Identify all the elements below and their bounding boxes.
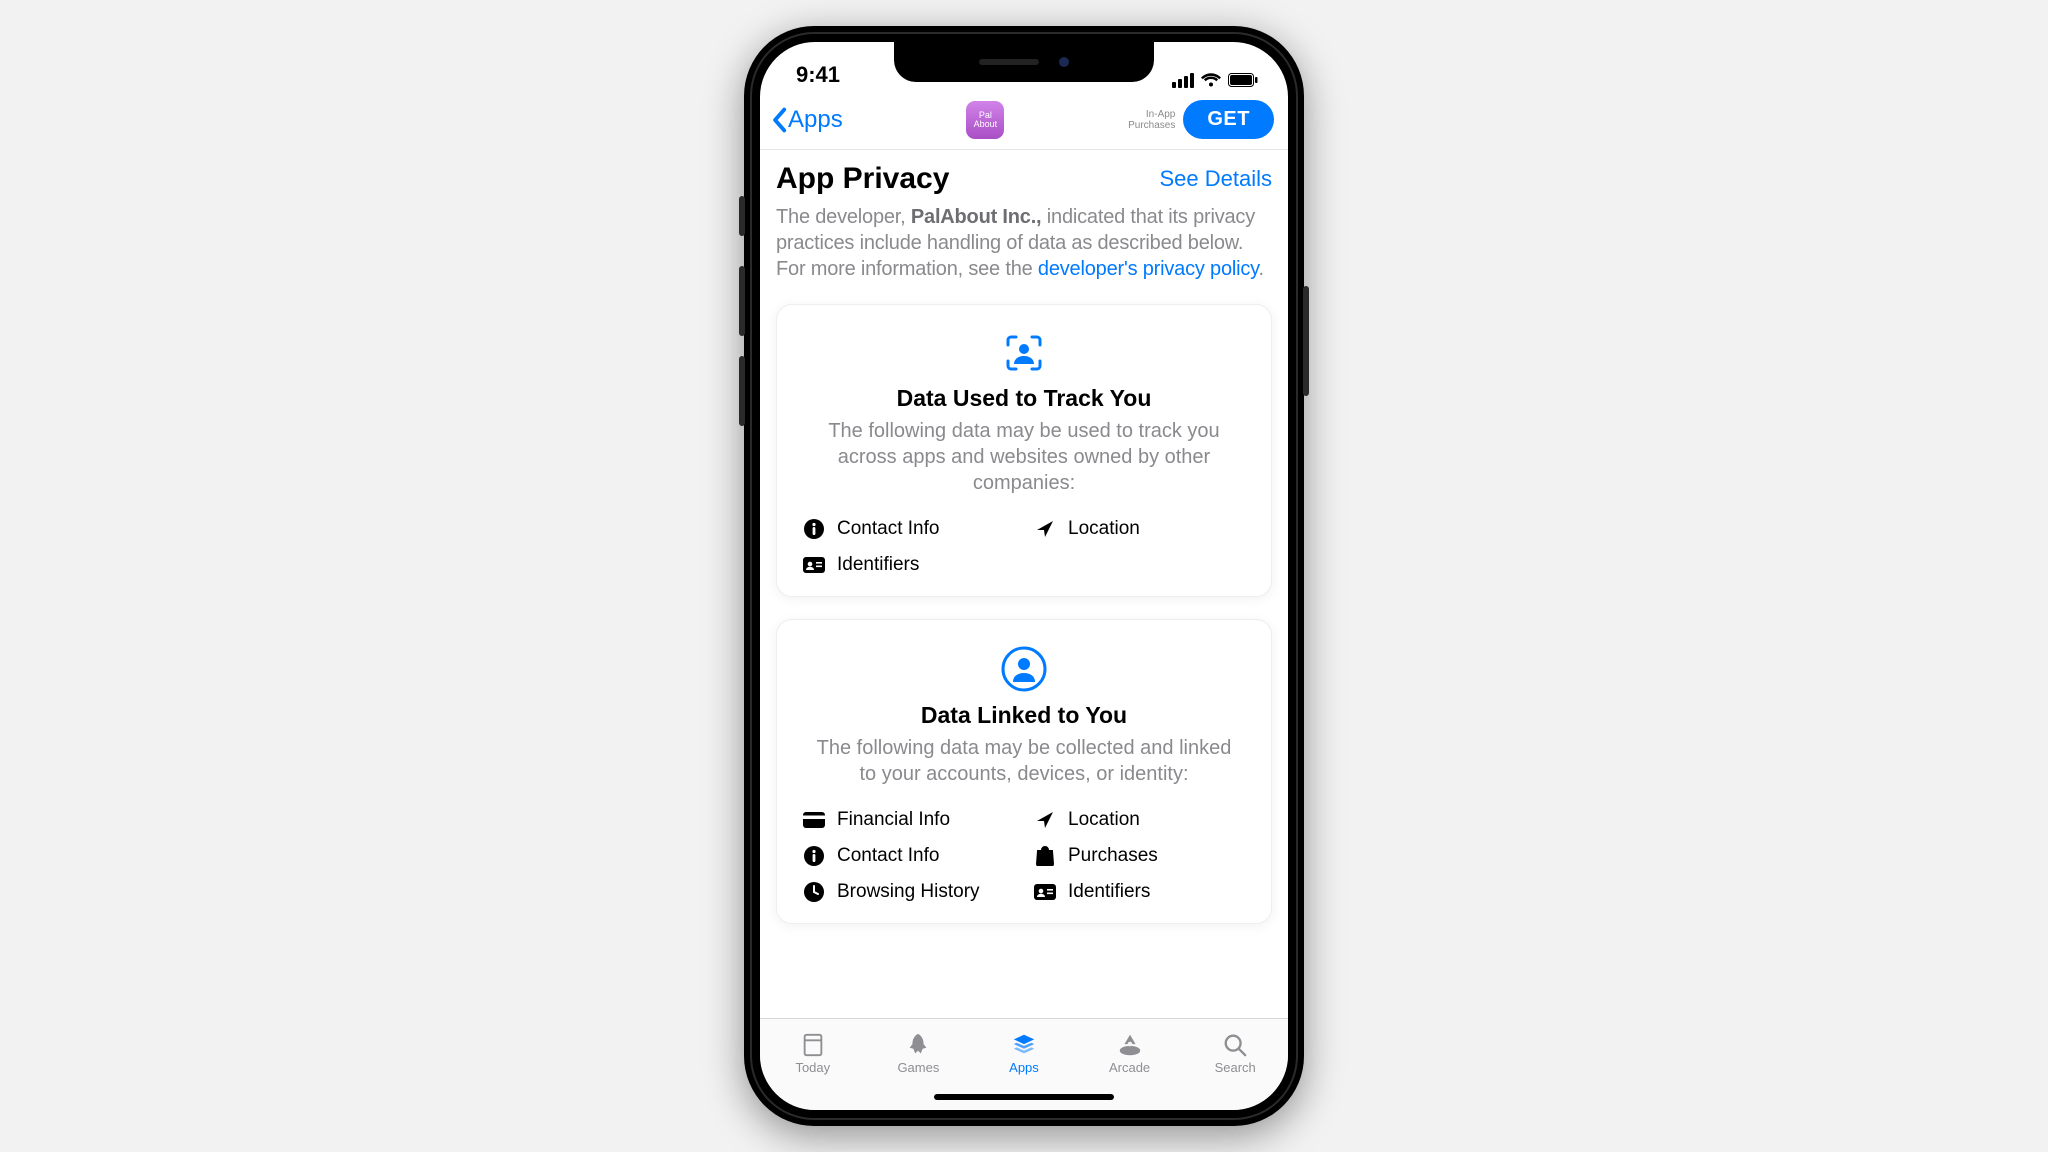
status-time: 9:41 [796,62,840,88]
layers-icon [1009,1032,1039,1058]
card-body: The following data may be collected and … [799,735,1249,787]
card-title: Data Linked to You [799,702,1249,729]
notch [894,42,1154,82]
id-card-icon [1034,881,1056,903]
today-icon [798,1032,828,1058]
info-icon [803,518,825,540]
card-body: The following data may be used to track … [799,418,1249,496]
in-app-purchases-label: In-AppPurchases [1128,109,1175,131]
location-arrow-icon [1034,518,1056,540]
search-icon [1220,1032,1250,1058]
nav-bar: Apps Pal About In-AppPurchases GET [760,92,1288,150]
data-item-location: Location [1034,809,1245,831]
privacy-policy-link[interactable]: developer's privacy policy [1038,258,1259,280]
id-card-icon [803,554,825,576]
tab-today[interactable]: Today [760,1019,866,1088]
data-item-purchases: Purchases [1034,845,1245,867]
card-title: Data Used to Track You [799,385,1249,412]
data-item-identifiers: Identifiers [1034,881,1245,903]
tab-apps[interactable]: Apps [971,1019,1077,1088]
tab-arcade[interactable]: Arcade [1077,1019,1183,1088]
cellular-icon [1172,72,1194,88]
battery-icon [1228,73,1258,87]
phone-frame: 9:41 Apps Pal About In-AppPurchases GET [744,26,1304,1126]
arcade-icon [1115,1032,1145,1058]
rocket-icon [903,1032,933,1058]
data-item-browsing-history: Browsing History [803,881,1014,903]
see-details-link[interactable]: See Details [1159,166,1272,192]
wifi-icon [1200,72,1222,88]
page-title: App Privacy [776,162,949,196]
info-icon [803,845,825,867]
clock-icon [803,881,825,903]
back-label: Apps [788,106,843,134]
data-item-identifiers: Identifiers [803,554,1014,576]
screen: 9:41 Apps Pal About In-AppPurchases GET [760,42,1288,1110]
card-data-linked-to-you: Data Linked to You The following data ma… [776,619,1272,924]
data-item-financial-info: Financial Info [803,809,1014,831]
content: App Privacy See Details The developer, P… [760,150,1288,1018]
credit-card-icon [803,809,825,831]
chevron-left-icon [770,107,788,133]
shopping-bag-icon [1034,845,1056,867]
location-arrow-icon [1034,809,1056,831]
get-button[interactable]: GET [1183,100,1274,139]
track-icon [799,331,1249,375]
home-indicator[interactable] [934,1094,1114,1100]
tab-search[interactable]: Search [1182,1019,1288,1088]
data-item-location: Location [1034,518,1245,540]
card-data-used-to-track: Data Used to Track You The following dat… [776,304,1272,597]
data-item-contact-info: Contact Info [803,845,1014,867]
privacy-description: The developer, PalAbout Inc., indicated … [776,204,1272,282]
tab-games[interactable]: Games [866,1019,972,1088]
linked-icon [799,646,1249,692]
data-item-contact-info: Contact Info [803,518,1014,540]
back-button[interactable]: Apps [770,106,843,134]
app-icon[interactable]: Pal About [966,101,1004,139]
